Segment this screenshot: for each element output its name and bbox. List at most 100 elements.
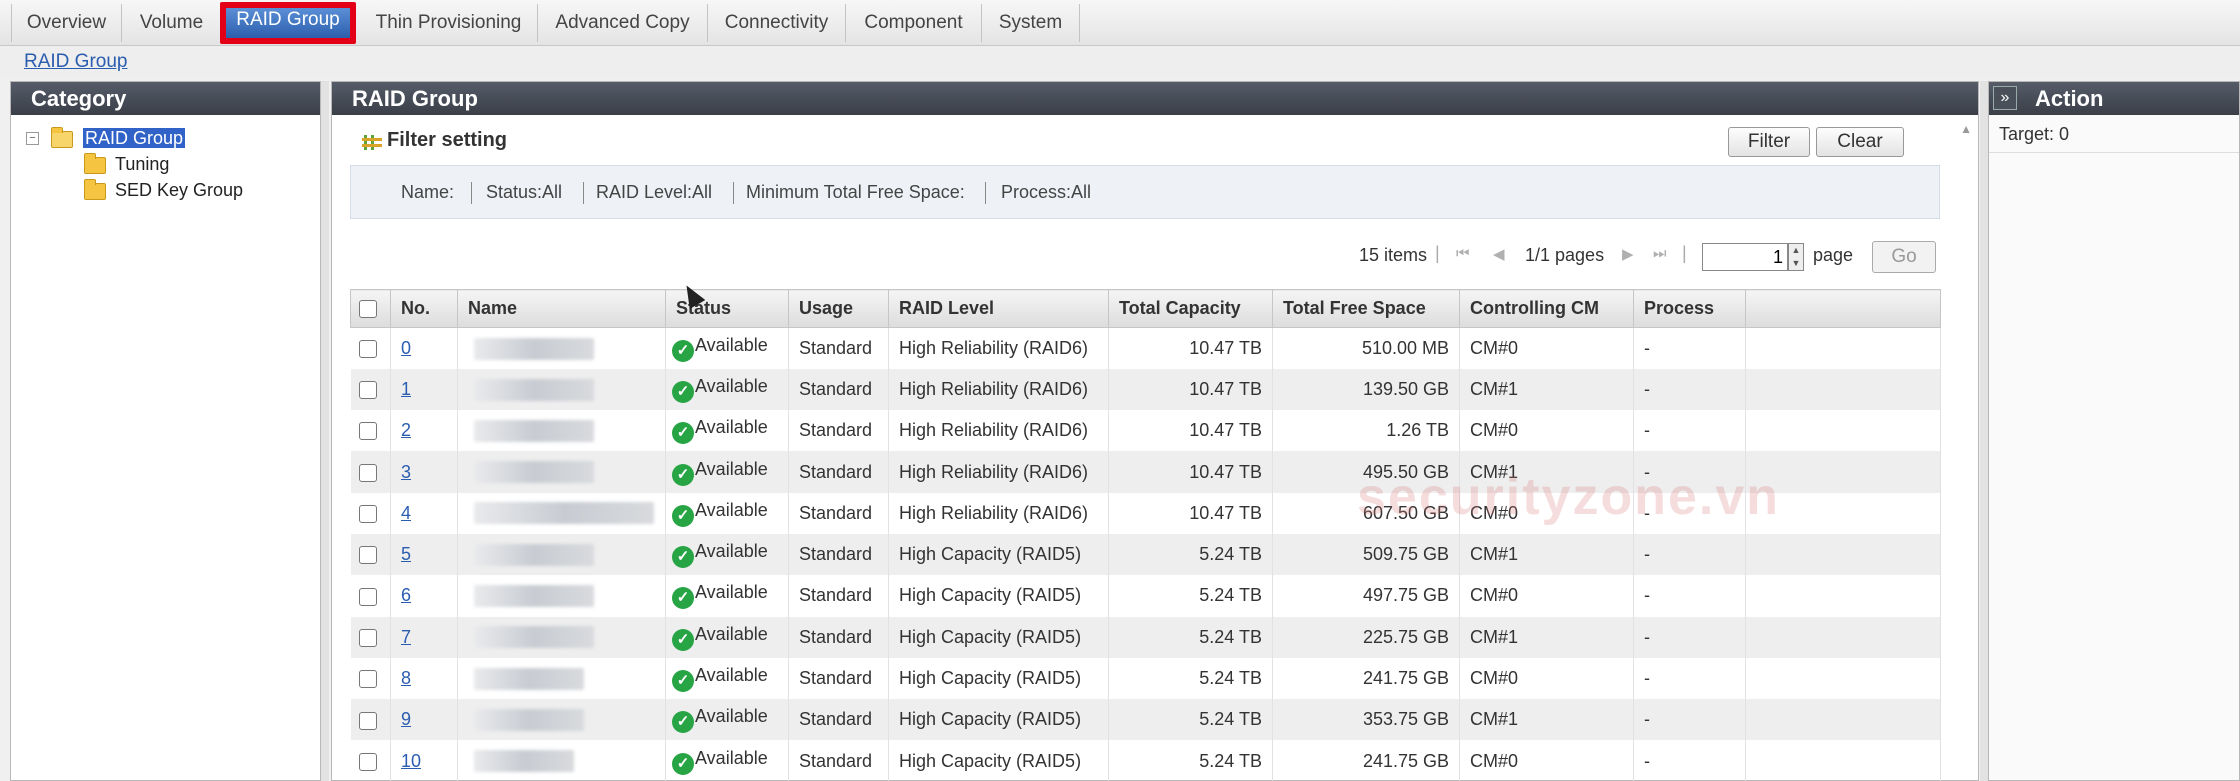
row-checkbox[interactable] (358, 628, 377, 647)
tab-system[interactable]: System (982, 4, 1080, 42)
cell-usage: Standard (788, 740, 889, 781)
clear-button[interactable]: Clear (1816, 127, 1904, 157)
prev-page-icon[interactable]: ◀ (1493, 245, 1505, 263)
main-content: Filter setting Filter Clear Name: Status… (332, 115, 1980, 781)
tab-component[interactable]: Component (846, 4, 982, 42)
cell-process: - (1633, 699, 1746, 741)
cell-process: - (1633, 410, 1746, 452)
table-row[interactable]: 10 ✓ Available Standard High Capacity (RAID5… (350, 740, 1941, 781)
cell-filler (1745, 699, 1941, 741)
table-row[interactable]: 8 ✓ Available Standard High Capacity (RAID5)… (350, 657, 1941, 700)
table-row[interactable]: 0 ✓ Available Standard High Reliability (RAI… (350, 327, 1941, 369)
cell-status: ✓ Available (665, 327, 789, 369)
first-page-icon[interactable]: ⏮ (1456, 245, 1470, 262)
column-header-total-capacity[interactable]: Total Capacity (1108, 289, 1273, 328)
spinner-up-icon[interactable]: ▲ (1789, 244, 1803, 257)
table-row[interactable]: 1 ✓ Available Standard High Reliability (RAI… (350, 368, 1941, 411)
raid-group-number-link[interactable]: 8 (401, 668, 411, 688)
row-checkbox[interactable] (358, 711, 377, 730)
raid-group-number-link[interactable]: 6 (401, 585, 411, 605)
cell-total-free-space: 353.75 GB (1272, 699, 1460, 741)
tab-advanced-copy[interactable]: Advanced Copy (538, 4, 708, 42)
row-checkbox-cell[interactable] (350, 451, 391, 493)
spinner-down-icon[interactable]: ▼ (1789, 257, 1803, 270)
column-header-no[interactable]: No. (390, 289, 458, 328)
cell-no: 9 (390, 699, 458, 741)
row-checkbox-cell[interactable] (350, 575, 391, 617)
raid-group-number-link[interactable]: 2 (401, 420, 411, 440)
last-page-icon[interactable]: ⏭ (1653, 245, 1667, 262)
row-checkbox[interactable] (358, 381, 377, 400)
row-checkbox[interactable] (358, 546, 377, 565)
filter-button[interactable]: Filter (1728, 127, 1810, 157)
column-header-total-free-space[interactable]: Total Free Space (1272, 289, 1460, 328)
collapse-panel-icon[interactable]: » (1993, 86, 2017, 110)
row-checkbox-cell[interactable] (350, 657, 391, 700)
filter-separator (471, 182, 472, 204)
row-checkbox-cell[interactable] (350, 492, 391, 534)
raid-group-number-link[interactable]: 9 (401, 709, 411, 729)
tree-collapse-toggle[interactable]: − (26, 132, 39, 145)
filter-name: Name: (401, 182, 455, 202)
column-header-usage[interactable]: Usage (788, 289, 889, 328)
row-checkbox[interactable] (358, 505, 377, 524)
row-checkbox-cell[interactable] (350, 533, 391, 576)
go-button[interactable]: Go (1872, 241, 1936, 273)
available-check-icon: ✓ (672, 339, 694, 362)
cell-no: 4 (390, 492, 458, 534)
row-checkbox[interactable] (358, 587, 377, 606)
tab-volume[interactable]: Volume (122, 4, 222, 42)
select-all-checkbox[interactable] (359, 300, 377, 319)
row-checkbox-cell[interactable] (350, 410, 391, 452)
raid-group-number-link[interactable]: 3 (401, 462, 411, 482)
left-splitter[interactable] (321, 81, 329, 781)
tab-connectivity[interactable]: Connectivity (708, 4, 846, 42)
raid-group-number-link[interactable]: 0 (401, 338, 411, 358)
table-row[interactable]: 6 ✓ Available Standard High Capacity (RAID5)… (350, 575, 1941, 617)
row-checkbox-cell[interactable] (350, 740, 391, 781)
row-checkbox[interactable] (358, 670, 377, 689)
cell-total-capacity: 5.24 TB (1108, 616, 1273, 658)
page-number-input[interactable] (1702, 243, 1788, 271)
right-splitter[interactable] (1980, 81, 1988, 781)
column-header-controlling-cm[interactable]: Controlling CM (1459, 289, 1634, 328)
available-check-icon: ✓ (672, 504, 694, 527)
redacted-name (474, 626, 594, 649)
raid-group-number-link[interactable]: 5 (401, 544, 411, 564)
cell-total-capacity: 10.47 TB (1108, 368, 1273, 411)
row-checkbox[interactable] (358, 340, 377, 359)
row-checkbox[interactable] (358, 463, 377, 482)
raid-group-number-link[interactable]: 4 (401, 503, 411, 523)
row-checkbox-cell[interactable] (350, 616, 391, 658)
row-checkbox-cell[interactable] (350, 368, 391, 411)
column-header-process[interactable]: Process (1633, 289, 1746, 328)
column-header-raid-level[interactable]: RAID Level (888, 289, 1109, 328)
tab-overview[interactable]: Overview (12, 4, 122, 42)
table-row[interactable]: 2 ✓ Available Standard High Reliability (RAI… (350, 410, 1941, 452)
tab-raid-group[interactable]: RAID Group (220, 2, 356, 44)
table-row[interactable]: 9 ✓ Available Standard High Capacity (RAID5)… (350, 699, 1941, 741)
filter-grid-icon (362, 135, 382, 150)
row-checkbox[interactable] (358, 752, 377, 771)
page-spinner[interactable]: ▲ ▼ (1788, 243, 1804, 271)
next-page-icon[interactable]: ▶ (1622, 245, 1634, 263)
raid-group-number-link[interactable]: 10 (401, 751, 421, 771)
tree-item-raid-group[interactable]: RAID Group (83, 128, 186, 149)
column-header-name[interactable]: Name (457, 289, 666, 328)
tab-thin-provisioning[interactable]: Thin Provisioning (360, 4, 538, 42)
raid-group-number-link[interactable]: 1 (401, 379, 411, 399)
tree-item-tuning[interactable]: Tuning (115, 154, 169, 175)
cell-usage: Standard (788, 368, 889, 411)
cell-usage: Standard (788, 451, 889, 493)
tree-item-sed-key-group[interactable]: SED Key Group (115, 180, 243, 201)
select-all-checkbox-cell[interactable] (350, 289, 391, 328)
row-checkbox[interactable] (358, 422, 377, 441)
cell-total-capacity: 5.24 TB (1108, 575, 1273, 617)
row-checkbox-cell[interactable] (350, 327, 391, 369)
cell-controlling-cm: CM#1 (1459, 699, 1634, 741)
table-row[interactable]: 5 ✓ Available Standard High Capacity (RAID5)… (350, 533, 1941, 576)
raid-group-number-link[interactable]: 7 (401, 627, 411, 647)
breadcrumb-raid-group-link[interactable]: RAID Group (24, 51, 127, 73)
table-row[interactable]: 7 ✓ Available Standard High Capacity (RAID5)… (350, 616, 1941, 658)
row-checkbox-cell[interactable] (350, 699, 391, 741)
